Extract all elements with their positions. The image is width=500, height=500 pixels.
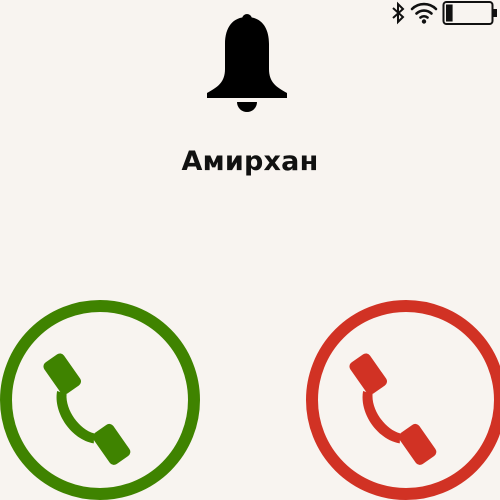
- bluetooth-icon: [390, 1, 406, 25]
- caller-name: Амирхан: [181, 146, 319, 177]
- accept-call-button[interactable]: [0, 300, 200, 500]
- battery-icon: [442, 0, 498, 26]
- wifi-icon: [410, 1, 438, 25]
- status-bar: [390, 0, 498, 26]
- phone-icon: [349, 353, 437, 465]
- incoming-call-screen: Амирхан: [0, 0, 500, 500]
- phone-icon: [43, 353, 131, 465]
- bell-icon: [203, 12, 291, 112]
- decline-call-button[interactable]: [306, 300, 500, 500]
